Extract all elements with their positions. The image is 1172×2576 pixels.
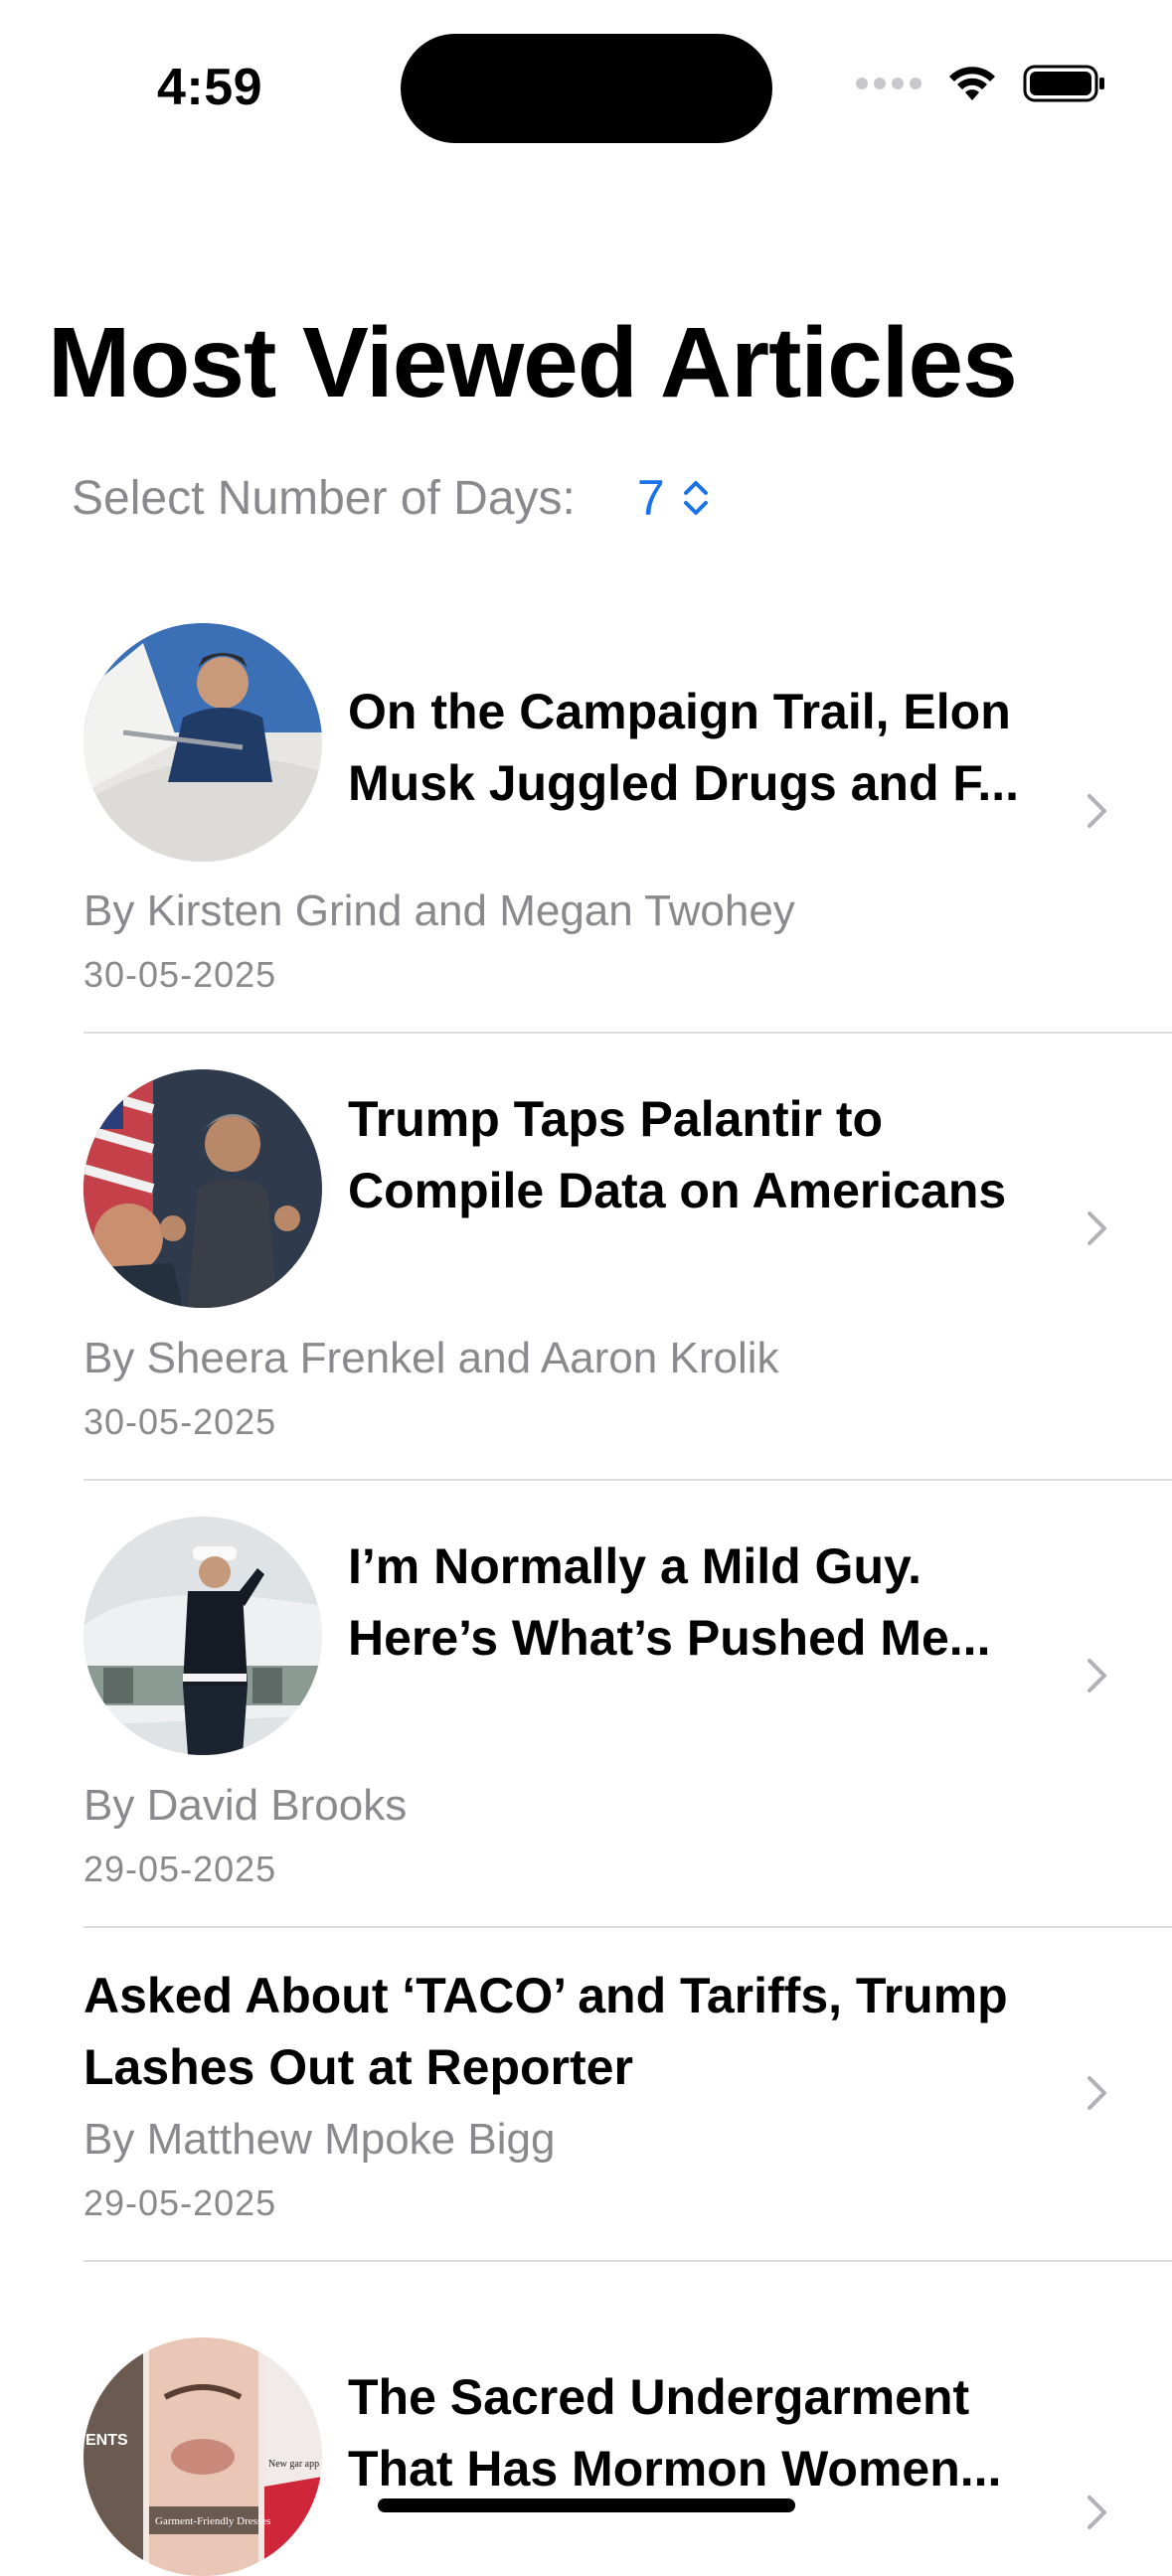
article-thumbnail [84,1069,322,1308]
thumbnail-caption-1: ENTS [85,2432,128,2449]
article-byline: By Matthew Mpoke Bigg [84,2115,556,2164]
article-date: 30-05-2025 [84,954,277,995]
article-headline: Asked About ‘TACO’ and Tariffs, Trump [84,1968,1008,2023]
status-indicators [856,64,1106,103]
page-title: Most Viewed Articles [48,307,1018,418]
article-thumbnail [84,623,322,862]
article-list: On the Campaign Trail, Elon Musk Juggled… [0,606,1172,2576]
article-byline: By Sheera Frenkel and Aaron Krolik [84,1334,779,1382]
article-headline: Lashes Out at Reporter [84,2039,633,2095]
article-headline: Trump Taps Palantir to [348,1091,884,1147]
article-byline: By David Brooks [84,1781,408,1830]
wifi-icon [949,67,995,100]
thumbnail-caption-3: New gar app [268,2459,319,2470]
article-row[interactable]: Trump Taps Palantir to Compile Data on A… [84,1034,1172,1481]
cellular-signal-icon [856,78,921,89]
article-headline: I’m Normally a Mild Guy. [348,1538,921,1594]
home-indicator[interactable] [378,2498,795,2512]
article-thumbnail: ENTS Garment-Friendly Dresses New gar ap… [84,2337,322,2576]
article-headline: Compile Data on Americans [348,1163,1007,1218]
thumbnail-caption-2: Garment-Friendly Dresses [155,2515,270,2527]
article-headline: The Sacred Undergarment [348,2369,970,2425]
article-date: 29-05-2025 [84,2182,277,2223]
article-date: 30-05-2025 [84,1401,277,1442]
article-headline: That Has Mormon Women... [348,2441,1002,2496]
article-date: 29-05-2025 [84,1849,277,1889]
dynamic-island [401,34,772,143]
chevron-right-icon [1088,1211,1106,1245]
chevron-right-icon [1088,2076,1106,2110]
article-row[interactable]: Asked About ‘TACO’ and Tariffs, Trump La… [84,1928,1172,2262]
article-headline: Musk Juggled Drugs and F... [348,755,1020,811]
article-row[interactable]: On the Campaign Trail, Elon Musk Juggled… [84,606,1172,1034]
status-time: 4:59 [157,59,263,116]
days-picker[interactable]: 7 [637,469,711,527]
chevron-right-icon [1088,1659,1106,1692]
battery-icon [1023,65,1104,102]
article-row[interactable]: I’m Normally a Mild Guy. Here’s What’s P… [84,1481,1172,1928]
days-selector-row: Select Number of Days: 7 [72,469,711,527]
days-label: Select Number of Days: [72,471,576,525]
chevron-up-down-icon [683,481,708,515]
chevron-right-icon [1088,794,1106,828]
article-headline: On the Campaign Trail, Elon [348,684,1011,739]
days-value: 7 [636,470,665,526]
article-byline: By Kirsten Grind and Megan Twohey [84,886,795,935]
article-headline: Here’s What’s Pushed Me... [348,1610,991,1666]
article-row[interactable]: ENTS Garment-Friendly Dresses New gar ap… [84,2262,1172,2576]
article-thumbnail [84,1517,322,1755]
chevron-right-icon [1088,2496,1106,2529]
